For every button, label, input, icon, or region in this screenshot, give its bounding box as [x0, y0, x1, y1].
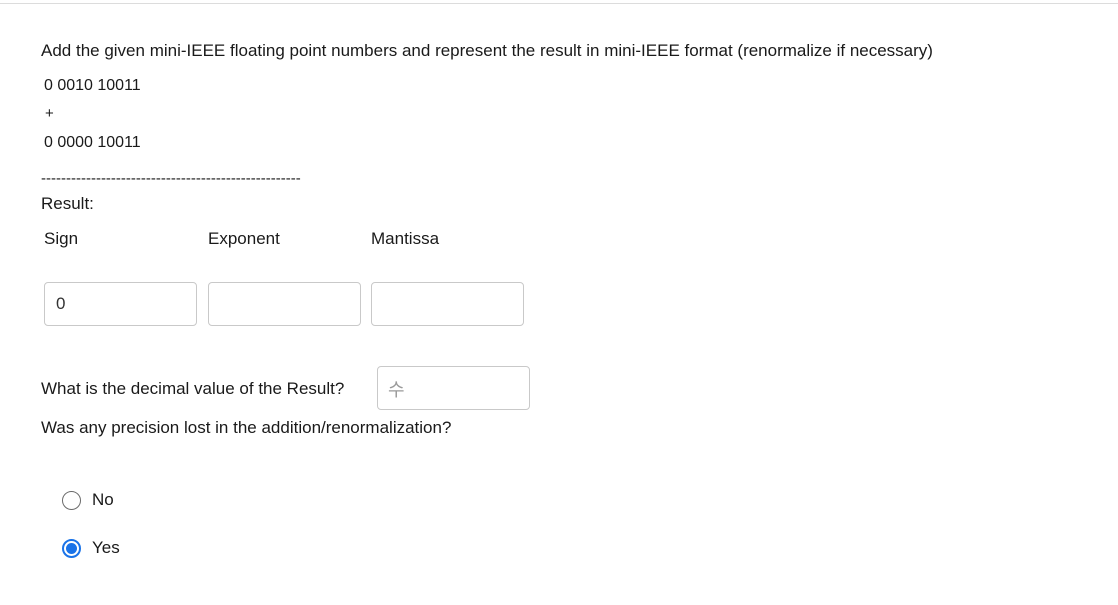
radio-option-yes[interactable]: Yes — [62, 538, 120, 558]
operand-1: 0 0010 10011 — [44, 77, 141, 94]
sign-header: Sign — [44, 229, 79, 248]
precision-question: Was any precision lost in the addition/r… — [41, 418, 452, 437]
input-method-icon: 수 — [388, 380, 405, 400]
radio-yes[interactable] — [62, 538, 81, 558]
exponent-header: Exponent — [208, 229, 280, 248]
operand-2: 0 0000 10011 — [44, 134, 141, 151]
radio-option-no[interactable]: No — [62, 490, 114, 510]
radio-no[interactable] — [62, 490, 81, 510]
sign-input[interactable] — [44, 282, 197, 326]
radio-no-label: No — [92, 490, 114, 509]
sum-separator-line: ----------------------------------------… — [41, 170, 301, 187]
exponent-input[interactable] — [208, 282, 361, 326]
mantissa-header: Mantissa — [371, 229, 440, 248]
result-label: Result: — [41, 194, 94, 213]
top-divider — [0, 3, 1118, 4]
question-prompt: Add the given mini-IEEE floating point n… — [41, 41, 933, 60]
decimal-value-question: What is the decimal value of the Result? — [41, 379, 345, 398]
plus-operator: + — [45, 105, 54, 122]
radio-yes-label: Yes — [92, 538, 120, 557]
mantissa-input[interactable] — [371, 282, 524, 326]
